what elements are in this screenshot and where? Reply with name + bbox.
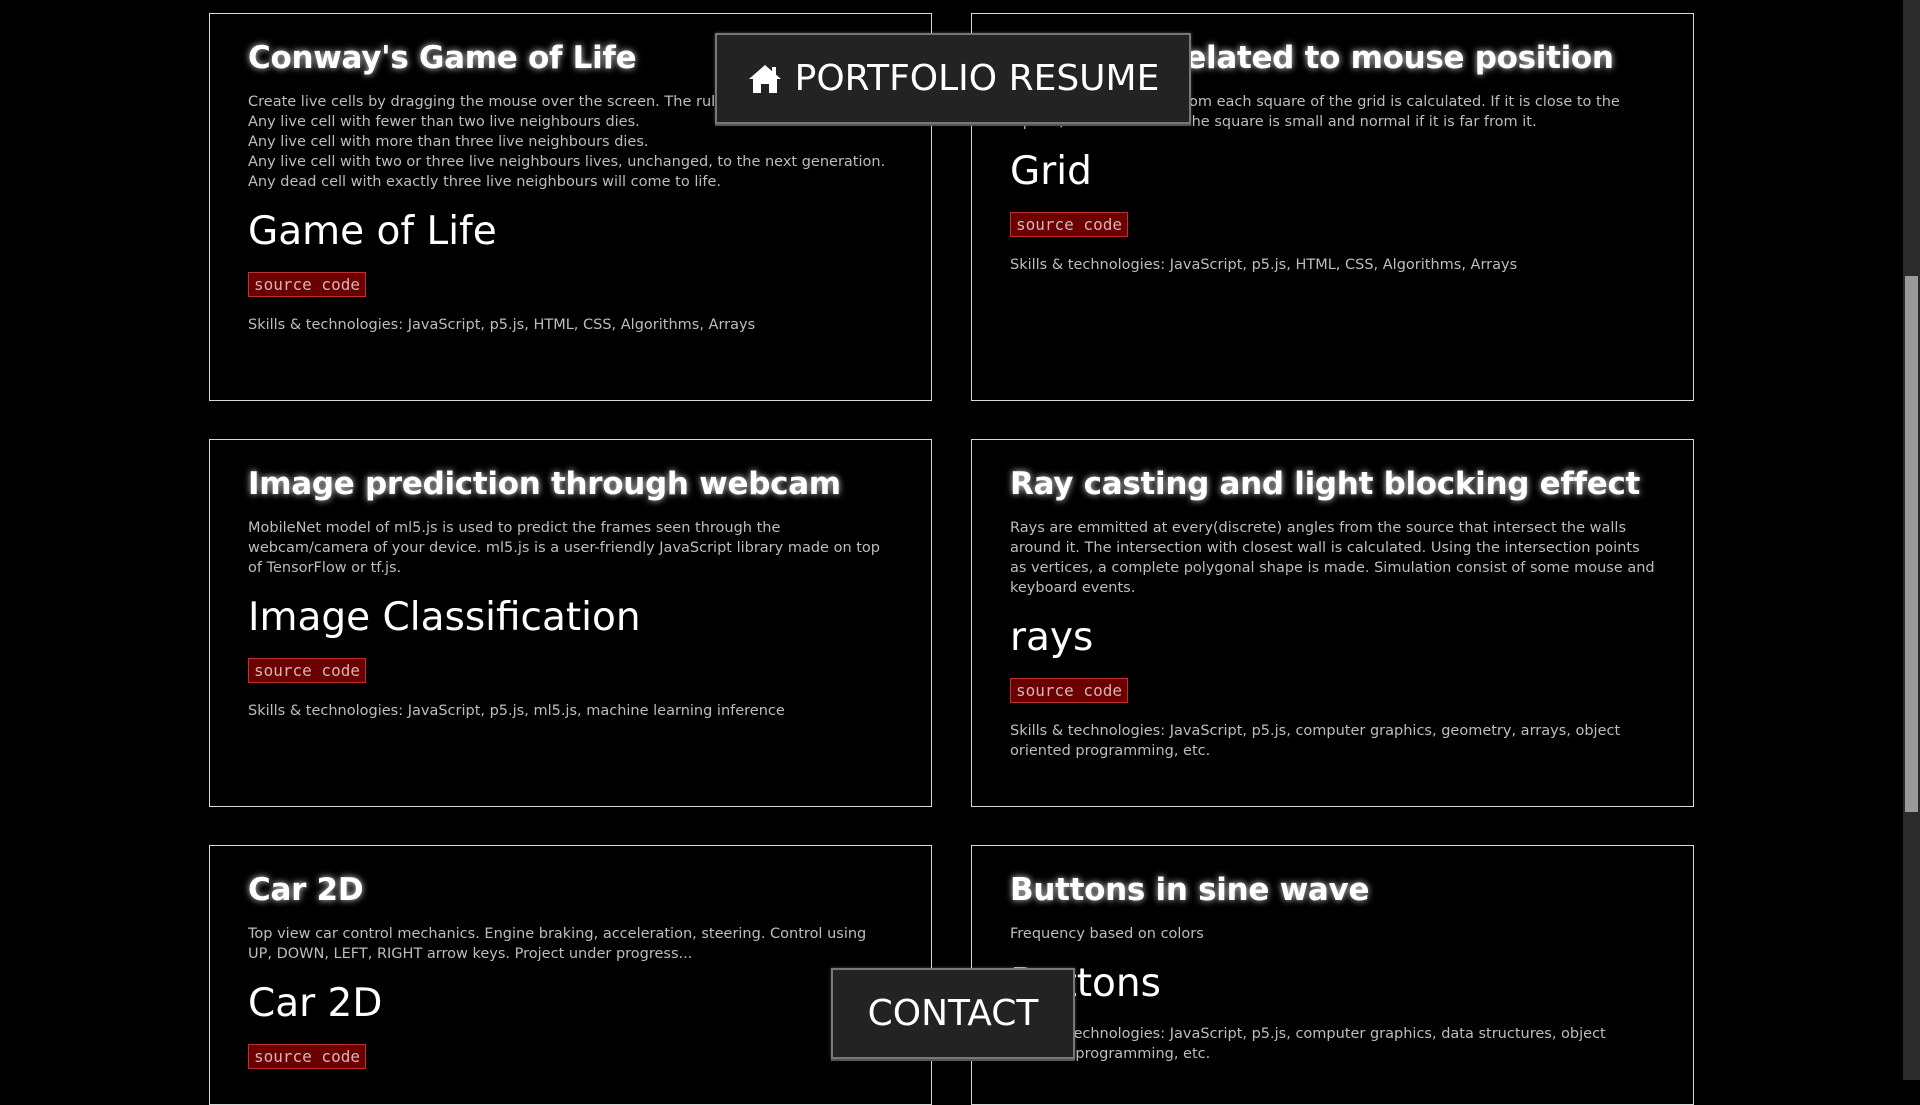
project-card-image-classification: Image prediction through webcam MobileNe… (209, 439, 932, 807)
project-name: rays (1010, 615, 1094, 660)
scrollbar-thumb[interactable] (1905, 276, 1918, 812)
project-title: Buttons in sine wave (1010, 872, 1370, 908)
project-description: Frequency based on colors (1010, 924, 1655, 944)
project-card-buttons-sine-wave: Buttons in sine wave Frequency based on … (971, 845, 1694, 1105)
skills-text: Skills & technologies: JavaScript, p5.js… (1010, 723, 1621, 759)
project-card-rays: Ray casting and light blocking effect Ra… (971, 439, 1694, 807)
description-line: Top view car control mechanics. Engine b… (248, 926, 867, 962)
portfolio-resume-button[interactable]: PORTFOLIO RESUME (715, 33, 1191, 124)
description-line: Any live cell with more than three live … (248, 134, 649, 150)
project-name: Game of Life (248, 209, 497, 254)
contact-label: CONTACT (867, 993, 1039, 1034)
project-name: Buttons (1010, 961, 1161, 1006)
source-code-button[interactable]: source code (248, 658, 366, 683)
project-name: Car 2D (248, 981, 383, 1026)
project-description: Top view car control mechanics. Engine b… (248, 924, 893, 964)
skills-text: Skills & technologies: JavaScript, p5.js… (248, 703, 785, 719)
portfolio-resume-label: PORTFOLIO RESUME (794, 58, 1160, 99)
scrollbar-track[interactable] (1903, 0, 1920, 1080)
description-line: MobileNet model of ml5.js is used to pre… (248, 520, 881, 576)
description-line: Any dead cell with exactly three live ne… (248, 174, 722, 190)
skills-text: Skills & technologies: JavaScript, p5.js… (1010, 257, 1518, 273)
contact-button[interactable]: CONTACT (831, 968, 1075, 1059)
project-title: Car 2D (248, 872, 364, 908)
project-card-car-2d: Car 2D Top view car control mechanics. E… (209, 845, 932, 1105)
source-code-button[interactable]: source code (1010, 678, 1128, 703)
project-name: Image Classification (248, 595, 641, 640)
project-description: MobileNet model of ml5.js is used to pre… (248, 518, 893, 578)
skills-text: Skills & technologies: JavaScript, p5.js… (248, 317, 756, 333)
description-line: Frequency based on colors (1010, 926, 1204, 942)
project-title: Ray casting and light blocking effect (1010, 466, 1641, 502)
project-description: Rays are emmitted at every(discrete) ang… (1010, 518, 1655, 598)
source-code-button[interactable]: source code (1010, 212, 1128, 237)
description-line: Rays are emmitted at every(discrete) ang… (1010, 520, 1655, 596)
description-line: Any live cell with two or three live nei… (248, 154, 886, 170)
project-name: Grid (1010, 149, 1092, 194)
source-code-button[interactable]: source code (248, 272, 366, 297)
skills-text: Skills & technologies: JavaScript, p5.js… (1010, 1026, 1606, 1062)
project-title: Image prediction through webcam (248, 466, 841, 502)
home-icon (748, 64, 781, 93)
source-code-button[interactable]: source code (248, 1044, 366, 1069)
